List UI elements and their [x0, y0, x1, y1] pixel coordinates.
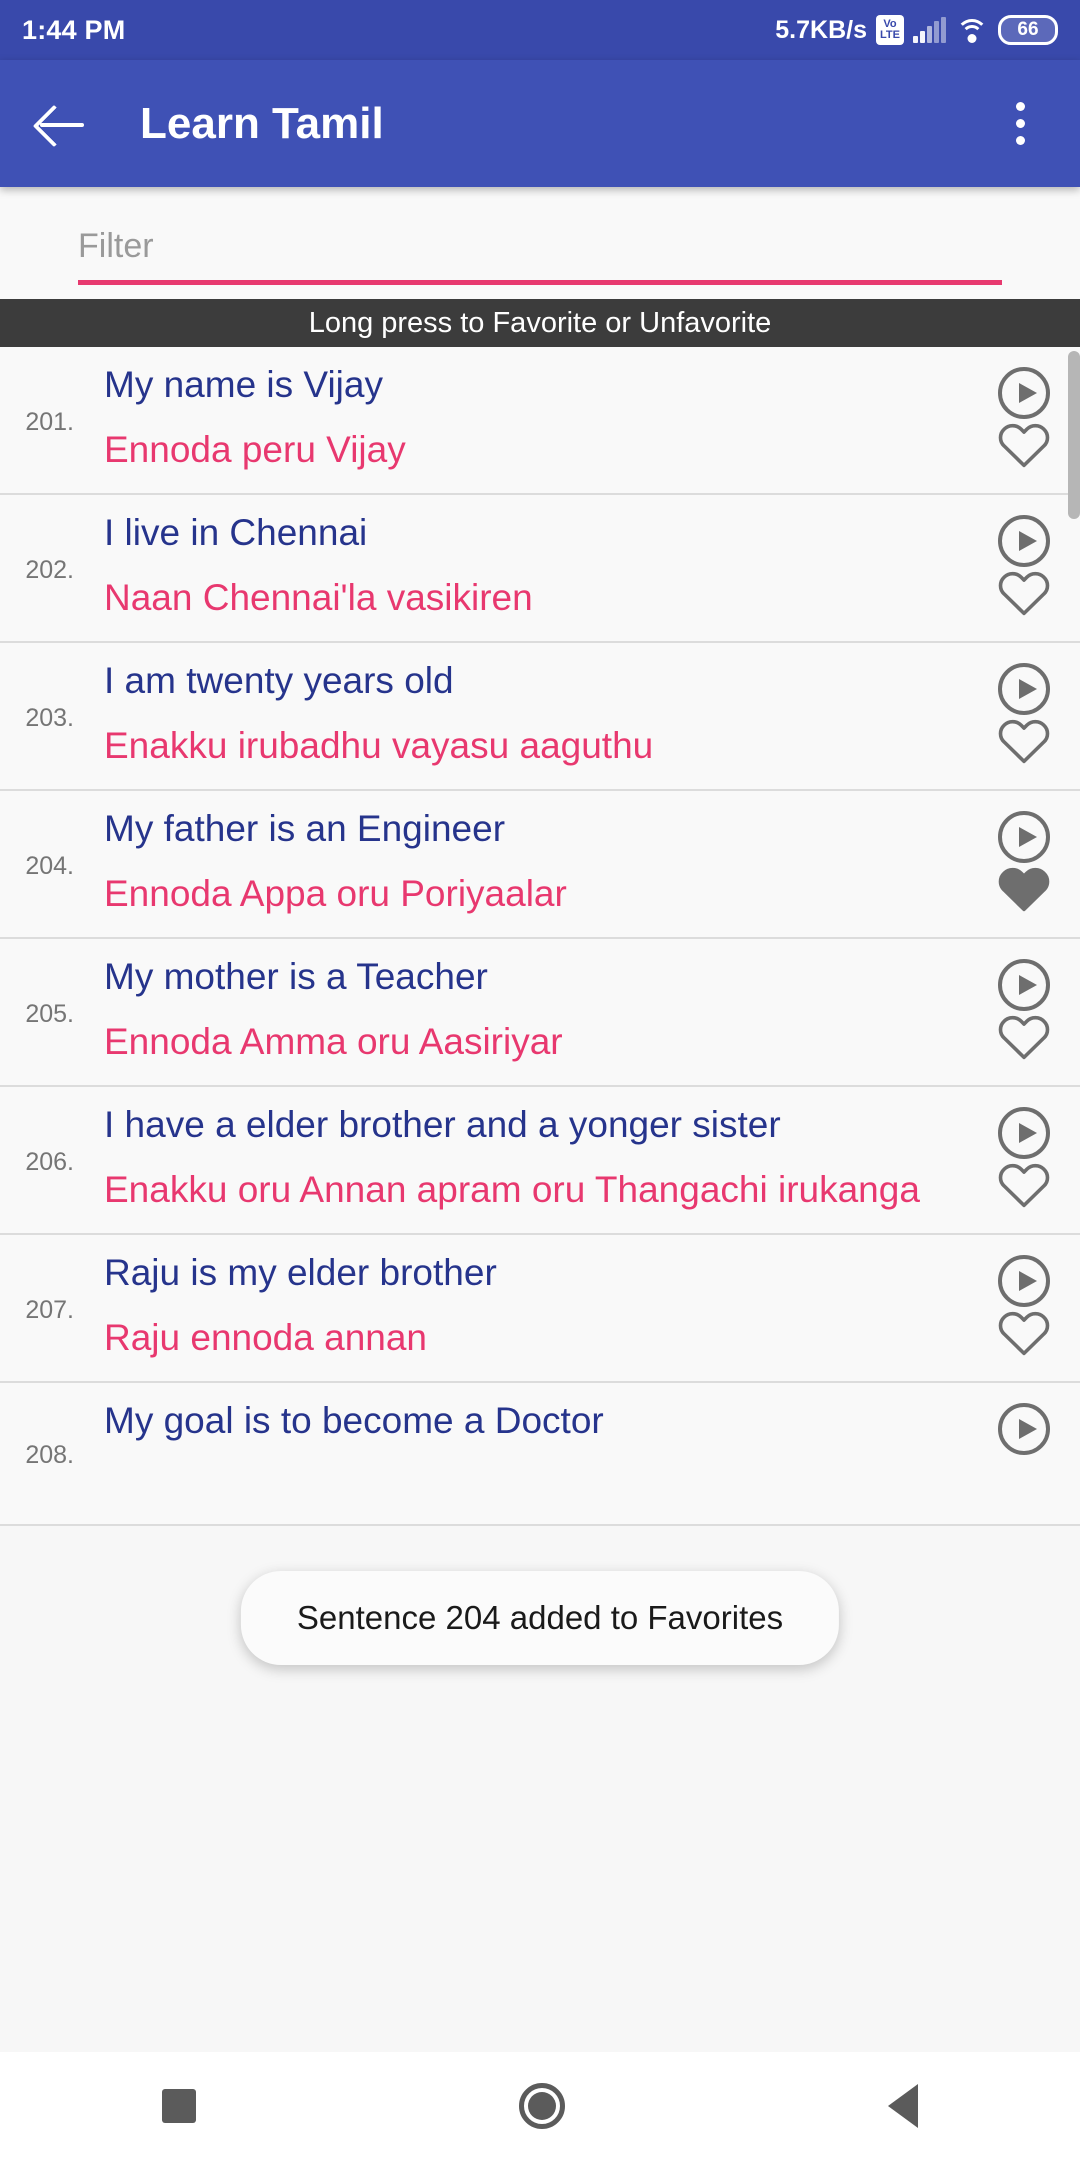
row-number: 202. — [25, 555, 74, 584]
row-actions — [968, 801, 1080, 925]
back-arrow-icon[interactable] — [30, 92, 94, 156]
english-sentence: My name is Vijay — [104, 364, 383, 405]
row-actions — [968, 505, 1080, 629]
table-row[interactable]: 207. Raju is my elder brother Raju ennoda … — [0, 1235, 1080, 1383]
play-icon[interactable] — [998, 367, 1050, 419]
tamil-transliteration: Raju ennoda annan — [104, 1317, 428, 1359]
list-scrollbar[interactable] — [1068, 351, 1080, 519]
play-icon[interactable] — [998, 1255, 1050, 1307]
row-text-block: Raju is my elder brother Raju ennoda anna… — [82, 1245, 968, 1369]
table-row[interactable]: 205. My mother is a Teacher Ennoda Amma or… — [0, 939, 1080, 1087]
volte-bottom-label: LTE — [880, 29, 900, 41]
status-bar: 1:44 PM 5.7KB/s Vo LTE 66 — [0, 0, 1080, 60]
english-sentence: Raju is my elder brother — [104, 1252, 497, 1293]
english-sentence: My goal is to become a Doctor — [104, 1400, 604, 1441]
sentence-list[interactable]: 201. My name is Vijay Ennoda peru Vijay 202… — [0, 347, 1080, 1526]
row-actions — [968, 949, 1080, 1073]
tamil-transliteration: Ennoda peru Vijay — [104, 429, 406, 471]
filter-input[interactable] — [78, 227, 1002, 285]
volte-icon: Vo LTE — [876, 15, 904, 45]
heart-outline-icon[interactable] — [997, 1159, 1051, 1209]
status-bar-icons: 5.7KB/s Vo LTE 66 — [775, 15, 1058, 45]
row-text-block: My father is an Engineer Ennoda Appa oru … — [82, 801, 968, 925]
battery-level-label: 66 — [1017, 19, 1039, 40]
tamil-transliteration: Enakku oru Annan apram oru Thangachi iru… — [104, 1169, 920, 1211]
status-bar-clock: 1:44 PM — [22, 14, 126, 45]
row-actions — [968, 1097, 1080, 1221]
table-row[interactable]: 204. My father is an Engineer Ennoda Appa … — [0, 791, 1080, 939]
english-sentence: I have a elder brother and a yonger sist… — [104, 1104, 781, 1145]
network-speed-label: 5.7KB/s — [775, 15, 867, 44]
row-number: 203. — [25, 703, 74, 732]
heart-outline-icon[interactable] — [997, 567, 1051, 617]
tamil-transliteration: Enakku irubadhu vayasu aaguthu — [104, 725, 654, 767]
square-recents-icon[interactable] — [161, 2089, 196, 2123]
play-icon[interactable] — [998, 959, 1050, 1011]
heart-outline-icon[interactable] — [997, 715, 1051, 765]
play-icon[interactable] — [998, 1403, 1050, 1455]
overflow-menu-icon[interactable] — [990, 102, 1050, 145]
row-text-block: My mother is a Teacher Ennoda Amma oru Aa… — [82, 949, 968, 1073]
english-sentence: I am twenty years old — [104, 660, 454, 701]
table-row[interactable]: 201. My name is Vijay Ennoda peru Vijay — [0, 347, 1080, 495]
row-number: 205. — [25, 999, 74, 1028]
long-press-hint-banner: Long press to Favorite or Unfavorite — [0, 299, 1080, 347]
row-actions — [968, 1393, 1080, 1512]
heart-filled-icon[interactable] — [997, 863, 1051, 913]
tamil-transliteration: Naan Chennai'la vasikiren — [104, 577, 533, 619]
english-sentence: I live in Chennai — [104, 512, 368, 553]
play-icon[interactable] — [998, 811, 1050, 863]
app-bar: Learn Tamil — [0, 60, 1080, 187]
row-number: 206. — [25, 1147, 74, 1176]
play-icon[interactable] — [998, 515, 1050, 567]
row-number: 207. — [25, 1295, 74, 1324]
row-number: 201. — [25, 407, 74, 436]
english-sentence: My mother is a Teacher — [104, 956, 488, 997]
play-icon[interactable] — [998, 663, 1050, 715]
heart-outline-icon[interactable] — [997, 419, 1051, 469]
battery-icon: 66 — [998, 15, 1058, 45]
row-number: 208. — [25, 1441, 74, 1469]
row-actions — [968, 357, 1080, 481]
wifi-icon — [955, 17, 989, 43]
row-actions — [968, 1245, 1080, 1369]
triangle-back-icon[interactable] — [888, 2084, 919, 2128]
circle-home-icon[interactable] — [518, 2083, 565, 2129]
row-text-block: I have a elder brother and a yonger sist… — [82, 1097, 968, 1221]
tamil-transliteration: Ennoda Amma oru Aasiriyar — [104, 1021, 563, 1063]
row-number: 204. — [25, 851, 74, 880]
row-text-block: I live in Chennai Naan Chennai'la vasikir… — [82, 505, 968, 629]
play-icon[interactable] — [998, 1107, 1050, 1159]
row-actions — [968, 653, 1080, 777]
toast-message: Sentence 204 added to Favorites — [240, 1571, 840, 1665]
table-row[interactable]: 202. I live in Chennai Naan Chennai'la vas… — [0, 495, 1080, 643]
android-navigation-bar — [0, 2052, 1080, 2160]
heart-outline-icon[interactable] — [997, 1011, 1051, 1061]
table-row[interactable]: 206. I have a elder brother and a yonger … — [0, 1087, 1080, 1235]
cellular-signal-icon — [913, 17, 946, 43]
table-row[interactable]: 203. I am twenty years old Enakku irubadhu… — [0, 643, 1080, 791]
row-text-block: I am twenty years old Enakku irubadhu vay… — [82, 653, 968, 777]
filter-container — [0, 187, 1080, 299]
heart-outline-icon[interactable] — [997, 1307, 1051, 1357]
row-text-block: My goal is to become a Doctor — [82, 1393, 968, 1512]
tamil-transliteration: Ennoda Appa oru Poriyaalar — [104, 873, 567, 915]
table-row[interactable]: 208. My goal is to become a Doctor — [0, 1383, 1080, 1526]
row-text-block: My name is Vijay Ennoda peru Vijay — [82, 357, 968, 481]
page-title: Learn Tamil — [140, 98, 384, 148]
english-sentence: My father is an Engineer — [104, 808, 506, 849]
